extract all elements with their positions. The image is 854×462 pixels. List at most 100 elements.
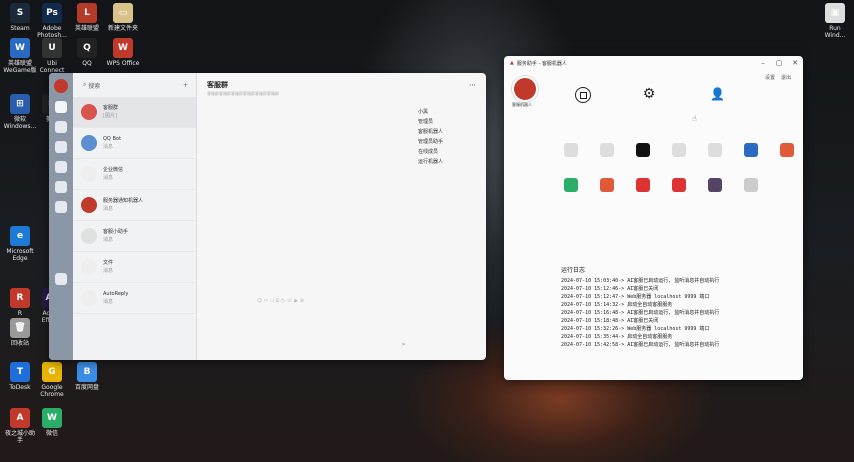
list-item[interactable]: 文件 消息	[73, 252, 196, 283]
platform-icon[interactable]	[564, 178, 578, 192]
add-icon[interactable]: +	[183, 82, 188, 89]
desktop-icon[interactable]: ⊞ 微软 Windows...	[3, 94, 37, 130]
desktop-icon[interactable]: W WPS Office	[106, 38, 140, 67]
more-nav-icon[interactable]	[55, 201, 67, 213]
desktop-icon-label: 微软 Windows...	[3, 116, 37, 130]
desktop-icon-label: Ubi Connect	[39, 60, 65, 74]
member-item[interactable]: 运行机器人	[418, 157, 480, 167]
conversation-text: QQ Bot 消息	[103, 135, 121, 151]
platform-icon[interactable]	[708, 143, 722, 157]
search-input[interactable]: 搜索	[88, 81, 100, 90]
window-title: 服务助手 - 客服机器人	[516, 60, 567, 67]
avatar	[81, 197, 97, 213]
files-nav-icon[interactable]	[55, 141, 67, 153]
desktop-icon[interactable]: Ps Adobe Photosh...	[35, 3, 69, 39]
member-item[interactable]: 小黑	[418, 107, 480, 117]
conversation-name: 文件	[103, 260, 114, 266]
desktop-icon-label: 回收站	[10, 340, 29, 347]
list-item[interactable]: AutoReply 消息	[73, 283, 196, 314]
desktop-icon[interactable]: B 百度网盘	[70, 362, 104, 391]
list-item[interactable]: 服务器通知机器人 消息	[73, 190, 196, 221]
app-logo-icon: ▲	[510, 60, 514, 66]
list-item[interactable]: 企业微信 消息	[73, 159, 196, 190]
desktop-icon[interactable]: G Google Chrome	[35, 362, 69, 398]
desktop-icon-label: QQ	[82, 60, 92, 67]
platform-icon[interactable]	[672, 143, 686, 157]
conversation-name: 服务器通知机器人	[103, 198, 144, 204]
minimize-icon[interactable]: –	[755, 56, 771, 70]
chat-title: 客服群	[207, 81, 228, 89]
platform-icon[interactable]	[600, 178, 614, 192]
cursor-icon: ☝	[692, 114, 697, 123]
conversation-name: AutoReply	[103, 291, 129, 297]
platform-icon[interactable]	[636, 178, 650, 192]
contacts-nav-icon[interactable]	[55, 121, 67, 133]
desktop-icon[interactable]: Q QQ	[70, 38, 104, 67]
favorites-nav-icon[interactable]	[55, 161, 67, 173]
desktop-icon[interactable]: U Ubi Connect	[35, 38, 69, 74]
chat-nav-icon[interactable]	[55, 101, 67, 113]
desktop-icon[interactable]: RR	[3, 288, 37, 317]
stop-icon[interactable]	[575, 87, 591, 103]
settings-link[interactable]: 设置	[765, 74, 775, 81]
send-button[interactable]: ➤	[401, 341, 406, 348]
log-line: 2024-07-10 15:12:47-> Web服务器 localhost 9…	[561, 294, 710, 300]
desktop-icon-label: 夜之城小助手	[4, 430, 35, 444]
avatar	[81, 259, 97, 275]
desktop-icon-label: Google Chrome	[40, 384, 64, 398]
app-icon: Q	[77, 38, 97, 58]
conversation-preview: 消息	[103, 144, 114, 150]
app-icon: ▣	[825, 3, 845, 23]
platform-icon[interactable]	[780, 143, 794, 157]
avatar	[81, 166, 97, 182]
logout-link[interactable]: 退出	[781, 74, 791, 81]
gear-icon[interactable]: ⚙	[642, 87, 656, 101]
desktop-icon[interactable]: 🗑 回收站	[3, 318, 37, 347]
search-bar[interactable]: ⌕ 搜索 +	[73, 73, 196, 97]
settings-icon[interactable]	[55, 273, 67, 285]
desktop-icon-label: 英雄联盟	[74, 25, 99, 32]
desktop-icon[interactable]: ▣ Run Wind...	[818, 3, 852, 39]
member-item[interactable]: 管理员	[418, 117, 480, 127]
toolbar-icons[interactable]: ☺ ✂ ▭ ⌸ ◷ ☏ ▶ ⊕	[257, 298, 304, 304]
platform-icon[interactable]	[636, 143, 650, 157]
platform-icon[interactable]	[672, 178, 686, 192]
desktop-icon[interactable]: T ToDesk	[3, 362, 37, 391]
desktop-icon[interactable]: e Microsoft Edge	[3, 226, 37, 262]
desktop-icon[interactable]: S Steam	[3, 3, 37, 32]
app-icon: G	[42, 362, 62, 382]
desktop-icon[interactable]: W 英雄联盟 WeGame版	[3, 38, 37, 74]
platform-icon[interactable]	[744, 178, 758, 192]
desktop-icon[interactable]: ▭ 新建文件夹	[106, 3, 140, 32]
conversation-text: 企业微信 消息	[103, 166, 123, 182]
conversation-text: 服务器通知机器人 消息	[103, 197, 143, 213]
maximize-icon[interactable]: ▢	[771, 56, 787, 70]
list-item[interactable]: QQ Bot 消息	[73, 128, 196, 159]
app-icon: ▭	[113, 3, 133, 23]
list-item[interactable]: 客服小助手 消息	[73, 221, 196, 252]
avatar	[512, 76, 538, 102]
log-title: 运行日志	[561, 267, 586, 274]
platform-icon[interactable]	[708, 178, 722, 192]
log-line: 2024-07-10 15:03:40-> AI客服已启动运行, 监听消息并自动…	[561, 278, 720, 284]
member-item[interactable]: 客服机器人	[418, 127, 480, 137]
platform-icon[interactable]	[744, 143, 758, 157]
conversation-name: 企业微信	[103, 167, 124, 173]
more-icon[interactable]: ⋯	[469, 81, 476, 89]
desktop-icon[interactable]: A 夜之城小助手	[3, 408, 37, 444]
apps-nav-icon[interactable]	[55, 181, 67, 193]
desktop-icon[interactable]: L 英雄联盟	[70, 3, 104, 32]
member-item[interactable]: 管理员助手	[418, 137, 480, 147]
close-icon[interactable]: ✕	[787, 56, 803, 70]
conversation-name: QQ Bot	[103, 136, 121, 142]
title-bar: ▲ 服务助手 - 客服机器人 – ▢ ✕	[504, 56, 803, 70]
conversation-text: 客服群 [图片]	[103, 104, 118, 120]
conversation-name: 客服群	[103, 105, 119, 111]
user-icon[interactable]: 👤	[710, 87, 725, 101]
platform-icon[interactable]	[564, 143, 578, 157]
list-item[interactable]: 客服群 [图片]	[73, 97, 196, 128]
platform-icon[interactable]	[600, 143, 614, 157]
desktop-icon[interactable]: W 微信	[35, 408, 69, 437]
avatar[interactable]	[54, 79, 68, 93]
member-item[interactable]: 在线成员	[418, 147, 480, 157]
